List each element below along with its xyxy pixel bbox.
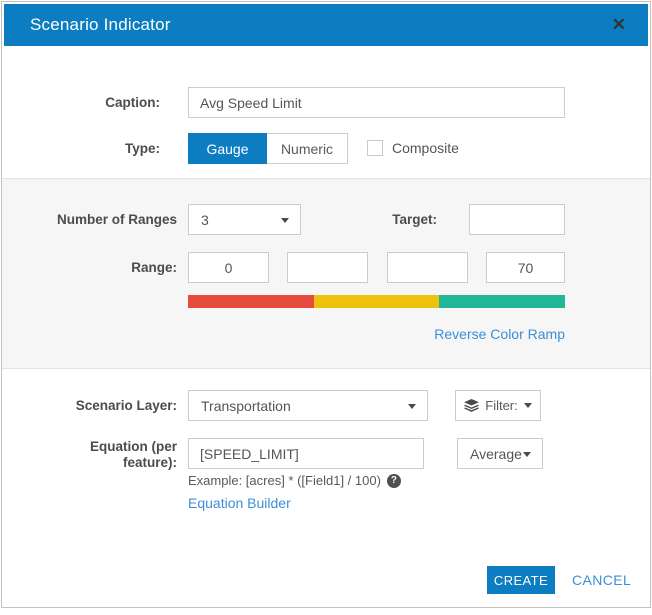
composite-checkbox[interactable] [367,140,383,156]
chevron-down-icon [408,404,416,409]
dialog-header: Scenario Indicator ✕ [4,4,648,46]
range-input-3[interactable] [387,252,468,283]
chevron-down-icon [281,218,289,223]
screen: Scenario Indicator ✕ Caption: Type: Gaug… [0,0,652,615]
scenario-indicator-dialog: Scenario Indicator ✕ Caption: Type: Gaug… [1,1,651,608]
filter-label: Filter: [485,398,518,413]
reverse-color-ramp-link[interactable]: Reverse Color Ramp [434,326,565,342]
range-input-1[interactable] [188,252,269,283]
caption-input[interactable] [188,87,565,118]
equation-input[interactable] [188,438,424,469]
create-button[interactable]: CREATE [487,566,555,594]
ramp-segment-green [439,295,565,308]
layers-icon [464,399,479,412]
equation-label-line1: Equation (per [90,439,177,454]
help-icon[interactable]: ? [387,474,401,488]
cancel-button[interactable]: CANCEL [572,566,631,594]
equation-label-line2: feature): [123,455,177,470]
chevron-down-icon [524,403,532,408]
aggregation-select[interactable]: Average [457,438,543,469]
reverse-color-ramp-container: Reverse Color Ramp [188,326,565,344]
number-of-ranges-value: 3 [201,212,209,228]
equation-label: Equation (per feature): [22,439,177,471]
equation-builder-link[interactable]: Equation Builder [188,495,291,511]
composite-label: Composite [392,133,459,164]
equation-example-row: Example: [acres] * ([Field1] / 100) ? [188,473,401,488]
range-label: Range: [22,252,177,283]
type-numeric-button[interactable]: Numeric [267,133,348,164]
type-gauge-button[interactable]: Gauge [188,133,267,164]
chevron-down-icon [523,452,531,457]
ramp-segment-red [188,295,314,308]
type-segmented-control: Gauge Numeric [188,133,348,164]
number-of-ranges-label: Number of Ranges [22,204,177,235]
filter-button[interactable]: Filter: [455,390,541,421]
target-input[interactable] [469,204,565,235]
range-input-4[interactable] [486,252,565,283]
aggregation-value: Average [470,446,522,462]
scenario-layer-value: Transportation [201,398,291,414]
range-input-2[interactable] [287,252,368,283]
caption-label: Caption: [22,87,160,118]
target-label: Target: [302,204,437,235]
scenario-layer-select[interactable]: Transportation [188,390,428,421]
color-ramp [188,295,565,308]
equation-example-text: Example: [acres] * ([Field1] / 100) [188,473,381,488]
close-icon[interactable]: ✕ [612,4,626,46]
number-of-ranges-select[interactable]: 3 [188,204,301,235]
type-label: Type: [22,133,160,164]
dialog-title: Scenario Indicator [4,15,171,35]
scenario-layer-label: Scenario Layer: [22,390,177,421]
ramp-segment-yellow [314,295,440,308]
